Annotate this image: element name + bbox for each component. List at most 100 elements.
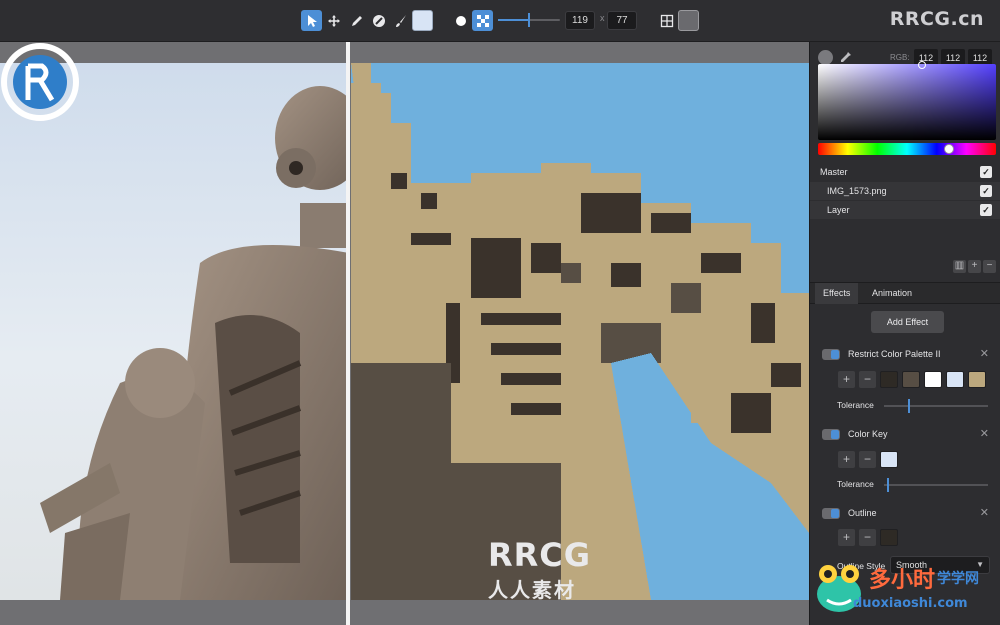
grid-icon bbox=[660, 14, 673, 27]
effect-outline: Outline ✕ + − bbox=[810, 506, 1000, 546]
tolerance-slider[interactable] bbox=[884, 399, 988, 413]
pencil-tool[interactable] bbox=[346, 10, 367, 31]
eraser-tool[interactable] bbox=[368, 10, 389, 31]
logo-big: RRCG bbox=[488, 536, 592, 574]
remove-color-button[interactable]: − bbox=[859, 529, 876, 546]
remove-layer-button[interactable]: − bbox=[983, 260, 996, 273]
watermark-brand: 多小时 bbox=[869, 568, 936, 593]
layer-options-button[interactable]: ▥ bbox=[953, 260, 966, 273]
add-layer-button[interactable]: + bbox=[968, 260, 981, 273]
width-field[interactable]: 119 bbox=[565, 11, 595, 30]
brush-size-knob[interactable] bbox=[527, 13, 530, 27]
effect-title: Restrict Color Palette II bbox=[848, 349, 941, 359]
app-window: 119 x 77 RRCG.cn RRCG 人人素材 RGB: 112 112 … bbox=[0, 0, 1000, 625]
tolerance-label: Tolerance bbox=[837, 479, 874, 489]
eraser-icon bbox=[372, 14, 385, 27]
tab-effects[interactable]: Effects bbox=[815, 283, 859, 304]
move-tool[interactable] bbox=[323, 10, 344, 31]
layer-master-label: Master bbox=[820, 167, 848, 177]
tolerance-knob[interactable] bbox=[908, 399, 910, 413]
original-photo bbox=[0, 63, 349, 600]
layers-list: Master ✓ IMG_1573.png ✓ Layer ✓ bbox=[810, 163, 1000, 219]
watermark-bottom: 多小时 学学网 duoxiaoshi.com bbox=[811, 560, 1000, 622]
outline-color-swatch[interactable] bbox=[880, 529, 898, 546]
size-separator: x bbox=[600, 13, 605, 23]
tab-animation[interactable]: Animation bbox=[872, 288, 912, 298]
key-color-swatch[interactable] bbox=[880, 451, 898, 468]
layer-item[interactable]: Layer ✓ bbox=[810, 201, 1000, 219]
remove-color-button[interactable]: − bbox=[859, 371, 876, 388]
eyedropper-icon[interactable] bbox=[838, 50, 853, 65]
pixelated-preview bbox=[351, 63, 809, 600]
palette-swatch[interactable] bbox=[968, 371, 986, 388]
add-color-button[interactable]: + bbox=[838, 371, 855, 388]
brush-size-fill bbox=[498, 19, 528, 21]
effect-color-key: Color Key ✕ + − Tolerance bbox=[810, 427, 1000, 492]
palette-swatch[interactable] bbox=[946, 371, 964, 388]
brush-icon bbox=[395, 14, 406, 27]
layer-master[interactable]: Master ✓ bbox=[810, 163, 1000, 181]
sv-picker-knob[interactable] bbox=[918, 61, 926, 69]
rrcg-logo-icon bbox=[1, 43, 79, 121]
effect-title: Outline bbox=[848, 508, 877, 518]
close-icon[interactable]: ✕ bbox=[980, 506, 989, 519]
effect-toggle[interactable] bbox=[822, 429, 840, 440]
brush-size-slider[interactable] bbox=[498, 13, 560, 27]
layer-actions: ▥ + − bbox=[953, 260, 996, 273]
watermark-top: RRCG.cn bbox=[889, 8, 984, 30]
remove-color-button[interactable]: − bbox=[859, 451, 876, 468]
side-panel: RGB: 112 112 112 Master ✓ IMG_1573.png ✓… bbox=[809, 42, 1000, 625]
move-icon bbox=[327, 14, 340, 27]
layer-item[interactable]: IMG_1573.png ✓ bbox=[810, 182, 1000, 200]
watermark-url: duoxiaoshi.com bbox=[853, 596, 968, 611]
watermark-sub: 学学网 bbox=[937, 571, 979, 587]
effect-title: Color Key bbox=[848, 429, 888, 439]
primary-color-swatch[interactable] bbox=[412, 10, 433, 31]
hue-slider-knob[interactable] bbox=[944, 144, 954, 154]
rrcg-logo-text: RRCG 人人素材 bbox=[488, 538, 591, 603]
toolbar: 119 x 77 RRCG.cn bbox=[0, 0, 1000, 42]
tolerance-label: Tolerance bbox=[837, 400, 874, 410]
palette-swatch[interactable] bbox=[902, 371, 920, 388]
pencil-icon bbox=[351, 15, 362, 26]
close-icon[interactable]: ✕ bbox=[980, 427, 989, 440]
background-color-swatch[interactable] bbox=[678, 10, 699, 31]
saturation-value-picker[interactable] bbox=[818, 61, 996, 140]
layer-master-checkbox[interactable]: ✓ bbox=[980, 166, 992, 178]
canvas-area[interactable]: RRCG 人人素材 bbox=[0, 42, 809, 625]
effect-header: Color Key ✕ bbox=[810, 427, 1000, 443]
effect-toggle[interactable] bbox=[822, 349, 840, 360]
layer-item-label: Layer bbox=[827, 205, 850, 215]
layer-item-checkbox[interactable]: ✓ bbox=[980, 204, 992, 216]
robot-pixel-illustration bbox=[351, 63, 809, 600]
effect-toggle[interactable] bbox=[822, 508, 840, 519]
select-tool[interactable] bbox=[301, 10, 322, 31]
effect-header: Outline ✕ bbox=[810, 506, 1000, 522]
tolerance-slider[interactable] bbox=[884, 478, 988, 492]
split-divider[interactable] bbox=[346, 42, 350, 625]
height-field[interactable]: 77 bbox=[607, 11, 637, 30]
brush-shape-dither[interactable] bbox=[472, 10, 493, 31]
layer-item-checkbox[interactable]: ✓ bbox=[980, 185, 992, 197]
circle-icon bbox=[455, 15, 466, 26]
brush-tool[interactable] bbox=[390, 10, 411, 31]
dither-icon bbox=[476, 14, 489, 27]
tolerance-knob[interactable] bbox=[887, 478, 889, 492]
arrow-icon bbox=[307, 14, 317, 27]
robot-photo-illustration bbox=[40, 86, 349, 600]
palette-swatch[interactable] bbox=[924, 371, 942, 388]
close-icon[interactable]: ✕ bbox=[980, 347, 989, 360]
effect-header: Restrict Color Palette II ✕ bbox=[810, 347, 1000, 363]
rgb-label: RGB: bbox=[890, 53, 910, 62]
brush-shape-round[interactable] bbox=[450, 10, 471, 31]
palette-swatch[interactable] bbox=[880, 371, 898, 388]
layer-item-label: IMG_1573.png bbox=[827, 186, 887, 196]
logo-small: 人人素材 bbox=[488, 578, 576, 602]
hue-slider[interactable] bbox=[818, 143, 996, 155]
grid-toggle[interactable] bbox=[656, 10, 677, 31]
add-effect-button[interactable]: Add Effect bbox=[871, 311, 944, 333]
color-mode-button[interactable] bbox=[818, 50, 833, 65]
add-color-button[interactable]: + bbox=[838, 451, 855, 468]
add-color-button[interactable]: + bbox=[838, 529, 855, 546]
effect-restrict-palette: Restrict Color Palette II ✕ + − Toleranc… bbox=[810, 347, 1000, 413]
